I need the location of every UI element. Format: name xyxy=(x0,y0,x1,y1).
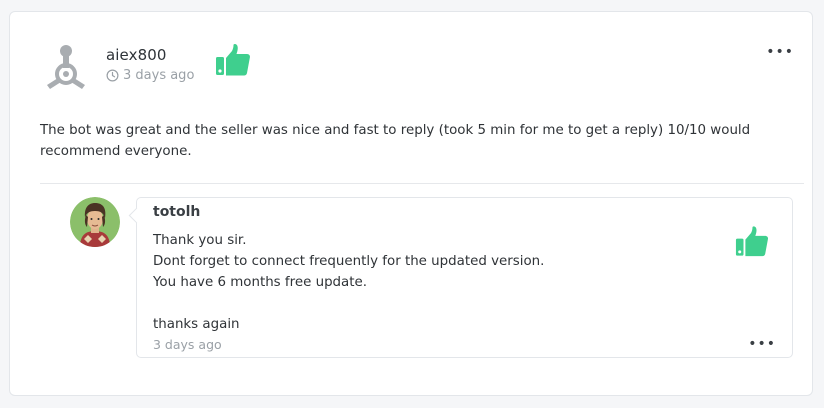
thumbs-up-icon xyxy=(735,226,769,257)
reply-timestamp: 3 days ago xyxy=(153,337,222,352)
review-time-text: 3 days ago xyxy=(123,68,195,83)
review-timestamp: 3 days ago xyxy=(106,68,194,83)
reply-line: thanks again xyxy=(153,317,240,332)
reply-line: Dont forget to connect frequently for th… xyxy=(153,254,545,269)
review-body: The bot was great and the seller was nic… xyxy=(40,123,751,159)
default-avatar-icon[interactable] xyxy=(41,41,91,91)
reply-body: Thank you sir. Dont forget to connect fr… xyxy=(153,230,544,335)
seller-avatar[interactable] xyxy=(70,197,120,247)
reply-username[interactable]: totolh xyxy=(153,204,200,220)
clock-icon xyxy=(106,69,119,82)
thumbs-up-icon xyxy=(216,43,250,76)
reply-line xyxy=(153,293,544,314)
reply-more-options-button[interactable]: ••• xyxy=(748,336,776,352)
seller-reply: totolh Thank you sir. Dont forget to con… xyxy=(136,197,793,358)
divider xyxy=(40,183,804,184)
reply-line: Thank you sir. xyxy=(153,233,247,248)
reply-line: You have 6 months free update. xyxy=(153,275,368,290)
review-username[interactable]: aiex800 xyxy=(106,46,167,64)
more-options-button[interactable]: ••• xyxy=(766,44,794,60)
